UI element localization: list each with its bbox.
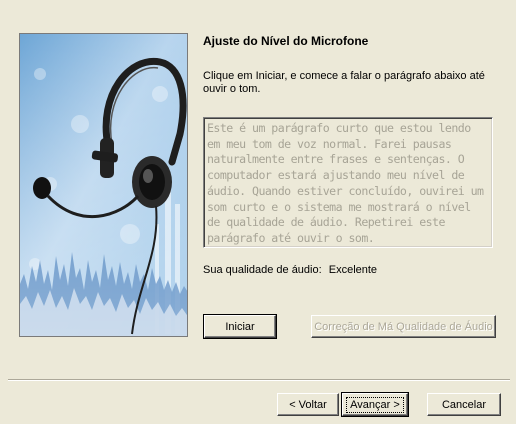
next-button-label: Avançar > xyxy=(346,396,404,413)
instructions-text: Clique em Iniciar, e comece a falar o pa… xyxy=(203,70,485,95)
audio-quality-row: Sua qualidade de áudio: Excelente xyxy=(203,264,377,276)
back-button[interactable]: < Voltar xyxy=(277,393,339,416)
audio-quality-label: Sua qualidade de áudio: xyxy=(203,264,322,276)
button-separator xyxy=(8,379,510,381)
headset-microphone-icon xyxy=(20,34,187,336)
back-button-label: < Voltar xyxy=(289,398,327,411)
reading-paragraph: Este é um parágrafo curto que estou lend… xyxy=(203,117,493,248)
start-button[interactable]: Iniciar xyxy=(203,314,277,339)
fix-audio-quality-label: Correção de Má Qualidade de Áudio xyxy=(314,320,493,333)
start-button-label: Iniciar xyxy=(225,320,255,333)
cancel-button[interactable]: Cancelar xyxy=(427,393,501,416)
wizard-illustration xyxy=(19,33,188,337)
fix-audio-quality-button[interactable]: Correção de Má Qualidade de Áudio xyxy=(311,315,496,338)
page-title: Ajuste do Nível do Microfone xyxy=(203,34,369,48)
cancel-button-label: Cancelar xyxy=(441,398,487,411)
next-button[interactable]: Avançar > xyxy=(341,392,409,417)
audio-quality-value: Excelente xyxy=(328,264,378,276)
